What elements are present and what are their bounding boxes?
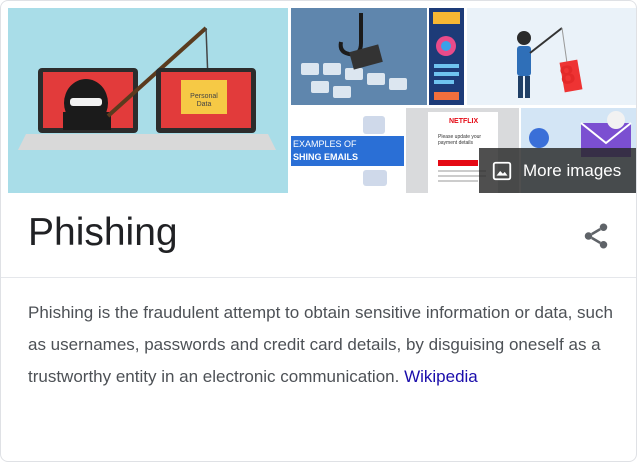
man-fishing-image (467, 8, 636, 105)
infographic-image (429, 8, 464, 105)
image-phishing-illustration[interactable]: Personal Data (8, 8, 288, 193)
netflix-heading: Please update your payment details (438, 134, 482, 146)
image-icon (491, 160, 513, 182)
more-images-button[interactable]: More images (479, 148, 636, 193)
knowledge-panel: Personal Data 8 EXAMPLES OF SHING EMAILS… (0, 0, 637, 462)
image-infographic[interactable] (429, 8, 464, 105)
phishing-illustration (8, 8, 288, 193)
share-button[interactable] (581, 221, 611, 251)
personal-data-sign-label: Personal Data (190, 93, 218, 108)
badge-number: 8 (557, 58, 578, 91)
examples-line1: EXAMPLES OF (293, 139, 357, 149)
page-title: Phishing (28, 211, 178, 254)
image-collage: Personal Data 8 EXAMPLES OF SHING EMAILS… (1, 1, 636, 193)
panel-header: Phishing (1, 193, 636, 278)
phishing-examples-image (291, 108, 404, 193)
more-images-label: More images (523, 160, 622, 180)
image-hook-keyboard[interactable] (291, 8, 427, 105)
description: Phishing is the fraudulent attempt to ob… (28, 297, 618, 393)
netflix-brand: NETFLIX (449, 118, 479, 125)
share-icon (581, 223, 611, 255)
image-phishing-examples[interactable]: EXAMPLES OF SHING EMAILS (291, 108, 404, 193)
hook-keyboard-image (291, 8, 427, 105)
description-text: Phishing is the fraudulent attempt to ob… (28, 303, 613, 386)
examples-line2: SHING EMAILS (293, 152, 359, 162)
image-man-fishing[interactable]: 8 (467, 8, 636, 105)
wikipedia-link[interactable]: Wikipedia (404, 367, 478, 386)
